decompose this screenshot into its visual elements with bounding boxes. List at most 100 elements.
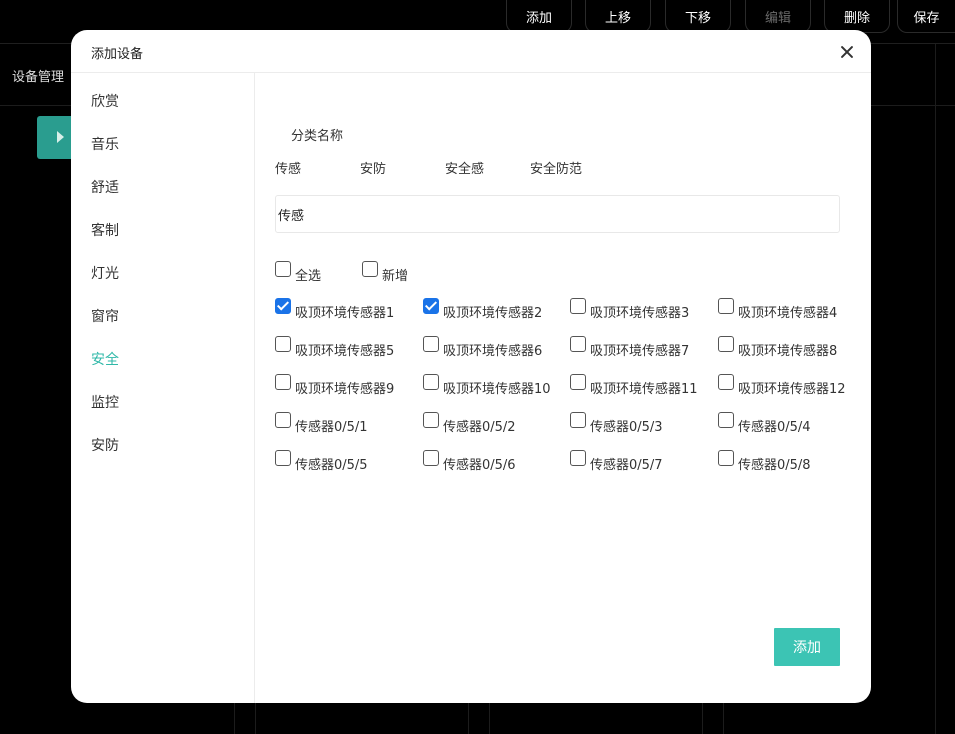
dialog-content: 分类名称 传感 安防 安全感 安全防范 全选 新增 吸顶环境传感器1 吸顶环境传感… xyxy=(255,73,871,703)
checkbox-unchecked[interactable] xyxy=(718,336,734,352)
select-all-checkbox[interactable]: 全选 xyxy=(275,261,321,284)
checkbox-box[interactable] xyxy=(275,261,291,277)
checkbox-unchecked[interactable] xyxy=(570,374,586,390)
move-down-button[interactable]: 下移 xyxy=(665,0,731,33)
device-management-title: 设备管理 xyxy=(12,70,65,85)
sidebar-item-appreciate[interactable]: 欣赏 xyxy=(91,91,119,111)
add-button[interactable]: 添加 xyxy=(506,0,572,33)
device-checkbox-item[interactable]: 吸顶环境传感器12 xyxy=(718,374,846,397)
device-checkbox-item[interactable]: 吸顶环境传感器3 xyxy=(570,298,689,321)
dialog-title: 添加设备 xyxy=(91,47,144,62)
add-device-dialog: 添加设备 欣赏 音乐 舒适 客制 灯光 窗帘 安全 监控 安防 分类名称 传感 … xyxy=(71,30,871,703)
edit-button[interactable]: 编辑 xyxy=(745,0,811,33)
checkbox-unchecked[interactable] xyxy=(423,412,439,428)
checkbox-checked[interactable] xyxy=(423,298,439,314)
device-checkbox-item[interactable]: 吸顶环境传感器10 xyxy=(423,374,551,397)
device-label: 吸顶环境传感器12 xyxy=(738,382,846,397)
sidebar-item-curtain[interactable]: 窗帘 xyxy=(91,306,119,326)
device-checkbox-item[interactable]: 传感器0/5/8 xyxy=(718,450,811,473)
delete-button[interactable]: 删除 xyxy=(824,0,890,33)
device-checkbox-item[interactable]: 吸顶环境传感器1 xyxy=(275,298,394,321)
sidebar-item-custom[interactable]: 客制 xyxy=(91,220,119,240)
play-arrow-icon xyxy=(57,131,64,143)
device-label: 传感器0/5/7 xyxy=(590,458,663,473)
device-label: 传感器0/5/3 xyxy=(590,420,663,435)
divider xyxy=(702,700,703,734)
sidebar-item-music[interactable]: 音乐 xyxy=(91,134,119,154)
device-checkbox-item[interactable]: 传感器0/5/1 xyxy=(275,412,368,435)
device-checkbox-item[interactable]: 吸顶环境传感器7 xyxy=(570,336,689,359)
device-label: 吸顶环境传感器5 xyxy=(295,344,395,359)
checkbox-unchecked[interactable] xyxy=(570,412,586,428)
checkbox-unchecked[interactable] xyxy=(570,336,586,352)
add-new-label: 新增 xyxy=(382,269,409,284)
device-label: 传感器0/5/2 xyxy=(443,420,516,435)
checkbox-unchecked[interactable] xyxy=(718,450,734,466)
checkbox-unchecked[interactable] xyxy=(423,336,439,352)
divider xyxy=(255,700,256,734)
tag-sensing[interactable]: 传感 xyxy=(275,158,301,177)
save-button[interactable]: 保存 xyxy=(897,0,955,33)
sidebar-item-security[interactable]: 安防 xyxy=(91,435,119,455)
device-label: 吸顶环境传感器10 xyxy=(443,382,551,397)
close-icon[interactable] xyxy=(837,42,857,62)
device-checkbox-item[interactable]: 吸顶环境传感器2 xyxy=(423,298,542,321)
device-checkbox-item[interactable]: 传感器0/5/2 xyxy=(423,412,516,435)
device-checkbox-item[interactable]: 吸顶环境传感器5 xyxy=(275,336,394,359)
device-checkbox-item[interactable]: 传感器0/5/7 xyxy=(570,450,663,473)
category-name-input[interactable] xyxy=(275,195,840,233)
dialog-header: 添加设备 xyxy=(71,30,871,73)
tag-sense-of-safety[interactable]: 安全感 xyxy=(445,158,484,177)
device-label: 吸顶环境传感器9 xyxy=(295,382,395,397)
checkbox-unchecked[interactable] xyxy=(718,374,734,390)
device-checkbox-item[interactable]: 传感器0/5/6 xyxy=(423,450,516,473)
device-checkbox-item[interactable]: 传感器0/5/3 xyxy=(570,412,663,435)
device-label: 吸顶环境传感器11 xyxy=(590,382,698,397)
device-label: 吸顶环境传感器2 xyxy=(443,306,543,321)
tag-safety-prevention[interactable]: 安全防范 xyxy=(530,158,582,177)
device-label: 传感器0/5/6 xyxy=(443,458,516,473)
sidebar-item-lighting[interactable]: 灯光 xyxy=(91,263,119,283)
device-checkbox-item[interactable]: 吸顶环境传感器6 xyxy=(423,336,542,359)
checkbox-box[interactable] xyxy=(362,261,378,277)
device-checkbox-item[interactable]: 吸顶环境传感器11 xyxy=(570,374,698,397)
device-checkbox-item[interactable]: 传感器0/5/4 xyxy=(718,412,811,435)
divider xyxy=(489,700,490,734)
device-label: 吸顶环境传感器1 xyxy=(295,306,395,321)
device-label: 传感器0/5/5 xyxy=(295,458,368,473)
add-submit-button[interactable]: 添加 xyxy=(774,628,840,666)
checkbox-unchecked[interactable] xyxy=(423,374,439,390)
checkbox-unchecked[interactable] xyxy=(718,298,734,314)
checkbox-unchecked[interactable] xyxy=(275,450,291,466)
checkbox-checked[interactable] xyxy=(275,298,291,314)
select-all-label: 全选 xyxy=(295,269,322,284)
device-label: 吸顶环境传感器8 xyxy=(738,344,838,359)
device-checkbox-item[interactable]: 吸顶环境传感器9 xyxy=(275,374,394,397)
tag-security[interactable]: 安防 xyxy=(360,158,386,177)
device-label: 吸顶环境传感器7 xyxy=(590,344,690,359)
device-label: 吸顶环境传感器4 xyxy=(738,306,838,321)
sidebar-item-monitor[interactable]: 监控 xyxy=(91,392,119,412)
move-up-button[interactable]: 上移 xyxy=(585,0,651,33)
category-name-label: 分类名称 xyxy=(291,129,344,144)
category-sidebar: 欣赏 音乐 舒适 客制 灯光 窗帘 安全 监控 安防 xyxy=(71,73,255,703)
device-label: 传感器0/5/8 xyxy=(738,458,811,473)
divider xyxy=(468,700,469,734)
checkbox-unchecked[interactable] xyxy=(570,450,586,466)
add-new-checkbox[interactable]: 新增 xyxy=(362,261,408,284)
checkbox-unchecked[interactable] xyxy=(275,336,291,352)
checkbox-unchecked[interactable] xyxy=(423,450,439,466)
checkbox-unchecked[interactable] xyxy=(570,298,586,314)
device-checkbox-item[interactable]: 吸顶环境传感器8 xyxy=(718,336,837,359)
checkbox-unchecked[interactable] xyxy=(275,374,291,390)
device-label: 吸顶环境传感器6 xyxy=(443,344,543,359)
device-label: 吸顶环境传感器3 xyxy=(590,306,690,321)
sidebar-item-comfort[interactable]: 舒适 xyxy=(91,177,119,197)
device-label: 传感器0/5/1 xyxy=(295,420,368,435)
sidebar-item-safety[interactable]: 安全 xyxy=(91,349,119,369)
checkbox-unchecked[interactable] xyxy=(718,412,734,428)
device-label: 传感器0/5/4 xyxy=(738,420,811,435)
device-checkbox-item[interactable]: 传感器0/5/5 xyxy=(275,450,368,473)
checkbox-unchecked[interactable] xyxy=(275,412,291,428)
device-checkbox-item[interactable]: 吸顶环境传感器4 xyxy=(718,298,837,321)
